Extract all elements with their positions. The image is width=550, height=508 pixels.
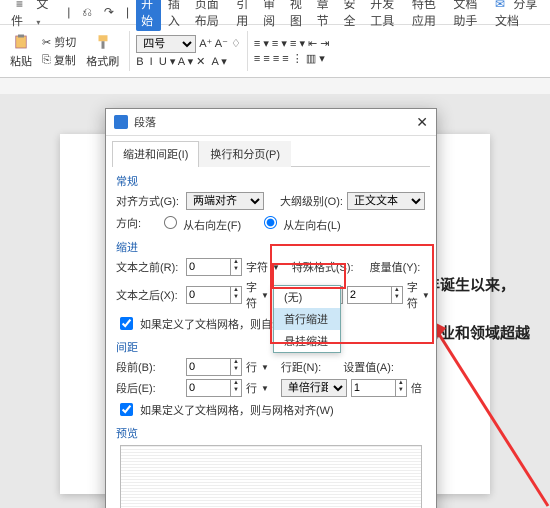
snap-grid-check[interactable] bbox=[120, 403, 133, 416]
font-style-row[interactable]: B I U ▾ A ▾ ✕ A ▾ bbox=[136, 55, 241, 68]
dialog-icon bbox=[114, 115, 128, 129]
tab-indent[interactable]: 缩进和间距(I) bbox=[112, 141, 199, 167]
menu-review[interactable]: 审阅 bbox=[258, 0, 283, 31]
preview-box bbox=[120, 445, 422, 508]
measure-spin[interactable]: ▲▼ bbox=[347, 286, 403, 304]
paste-button[interactable]: 粘贴 bbox=[6, 31, 36, 71]
dialog-titlebar[interactable]: 段落 ✕ bbox=[106, 109, 436, 136]
option-first-line[interactable]: 首行缩进 bbox=[274, 308, 340, 330]
cut-button[interactable]: ✂剪切 bbox=[42, 34, 76, 50]
menu-dev[interactable]: 开发工具 bbox=[365, 0, 405, 31]
menu-security[interactable]: 安全 bbox=[338, 0, 363, 31]
font-size-select[interactable]: 四号 bbox=[136, 35, 196, 53]
align-select[interactable]: 两端对齐 bbox=[186, 192, 264, 210]
after-para-spin[interactable]: ▲▼ bbox=[186, 379, 242, 397]
set-value-label: 设置值(A): bbox=[343, 359, 394, 375]
auto-adjust-check[interactable] bbox=[120, 317, 133, 330]
special-label: 特殊格式(S): bbox=[292, 259, 354, 275]
section-general: 常规 bbox=[116, 173, 426, 189]
section-spacing: 间距 bbox=[116, 339, 426, 355]
menu-features[interactable]: 特色应用 bbox=[407, 0, 447, 31]
section-preview: 预览 bbox=[116, 425, 426, 441]
option-none[interactable]: (无) bbox=[274, 286, 340, 308]
dialog-title: 段落 bbox=[134, 114, 156, 130]
tab-pagination[interactable]: 换行和分页(P) bbox=[199, 141, 291, 167]
after-text-spin[interactable]: ▲▼ bbox=[186, 286, 242, 304]
align-buttons[interactable]: ≡ ≡ ≡ ≡ ⋮ ▥ ▾ bbox=[254, 52, 330, 65]
section-indent: 缩进 bbox=[116, 239, 426, 255]
toolbar: 粘贴 ✂剪切 ⎘复制 格式刷 四号 A⁺ A⁻ ♢ B I U ▾ A ▾ ✕ … bbox=[0, 25, 550, 78]
menu-references[interactable]: 引用 bbox=[231, 0, 256, 31]
line-spacing-select[interactable]: 单倍行距 bbox=[281, 379, 347, 397]
after-text-label: 文本之后(X): bbox=[116, 287, 182, 303]
line-spacing-label: 行距(N): bbox=[281, 359, 321, 375]
menu-insert[interactable]: 插入 bbox=[163, 0, 188, 31]
paragraph-dialog: 段落 ✕ 缩进和间距(I) 换行和分页(P) 常规 对齐方式(G): 两端对齐 … bbox=[105, 108, 437, 508]
share-doc[interactable]: ✉ 分享文档 bbox=[490, 0, 544, 31]
menu-layout[interactable]: 页面布局 bbox=[190, 0, 230, 31]
direction-label: 方向: bbox=[116, 215, 141, 231]
copy-icon: ⎘ bbox=[42, 54, 51, 67]
document-text: 年诞生以来， 行业和领域超越 bbox=[425, 274, 530, 346]
before-para-spin[interactable]: ▲▼ bbox=[186, 358, 242, 376]
radio-rtl[interactable]: 从右向左(F) bbox=[159, 213, 241, 233]
format-painter[interactable]: 格式刷 bbox=[82, 31, 123, 71]
list-buttons[interactable]: ≡ ▾ ≡ ▾ ≡ ▾ ⇤ ⇥ bbox=[254, 37, 330, 50]
before-text-label: 文本之前(R): bbox=[116, 259, 182, 275]
before-para-label: 段前(B): bbox=[116, 359, 182, 375]
menu-file[interactable]: ≡ 文件 ▾ bbox=[6, 0, 60, 31]
after-para-label: 段后(E): bbox=[116, 380, 182, 396]
menu-helper[interactable]: 文档助手 bbox=[448, 0, 488, 31]
radio-ltr[interactable]: 从左向右(L) bbox=[259, 213, 341, 233]
menu-view[interactable]: 视图 bbox=[285, 0, 310, 31]
outline-label: 大纲级别(O): bbox=[280, 193, 343, 209]
copy-button[interactable]: ⎘复制 bbox=[42, 52, 76, 68]
menu-bar: ≡ 文件 ▾ |⎌↷| 开始 插入 页面布局 引用 审阅 视图 章节 安全 开发… bbox=[0, 0, 550, 25]
menu-chapter[interactable]: 章节 bbox=[312, 0, 337, 31]
align-label: 对齐方式(G): bbox=[116, 193, 182, 209]
outline-select[interactable]: 正文文本 bbox=[347, 192, 425, 210]
special-dropdown[interactable]: (无) 首行缩进 悬挂缩进 bbox=[273, 285, 341, 353]
before-text-spin[interactable]: ▲▼ bbox=[186, 258, 242, 276]
set-value-spin[interactable]: ▲▼ bbox=[351, 379, 407, 397]
menu-start[interactable]: 开始 bbox=[136, 0, 161, 31]
close-icon[interactable]: ✕ bbox=[416, 114, 428, 131]
option-hanging[interactable]: 悬挂缩进 bbox=[274, 330, 340, 352]
measure-label: 度量值(Y): bbox=[370, 259, 421, 275]
scissors-icon: ✂ bbox=[42, 36, 51, 49]
